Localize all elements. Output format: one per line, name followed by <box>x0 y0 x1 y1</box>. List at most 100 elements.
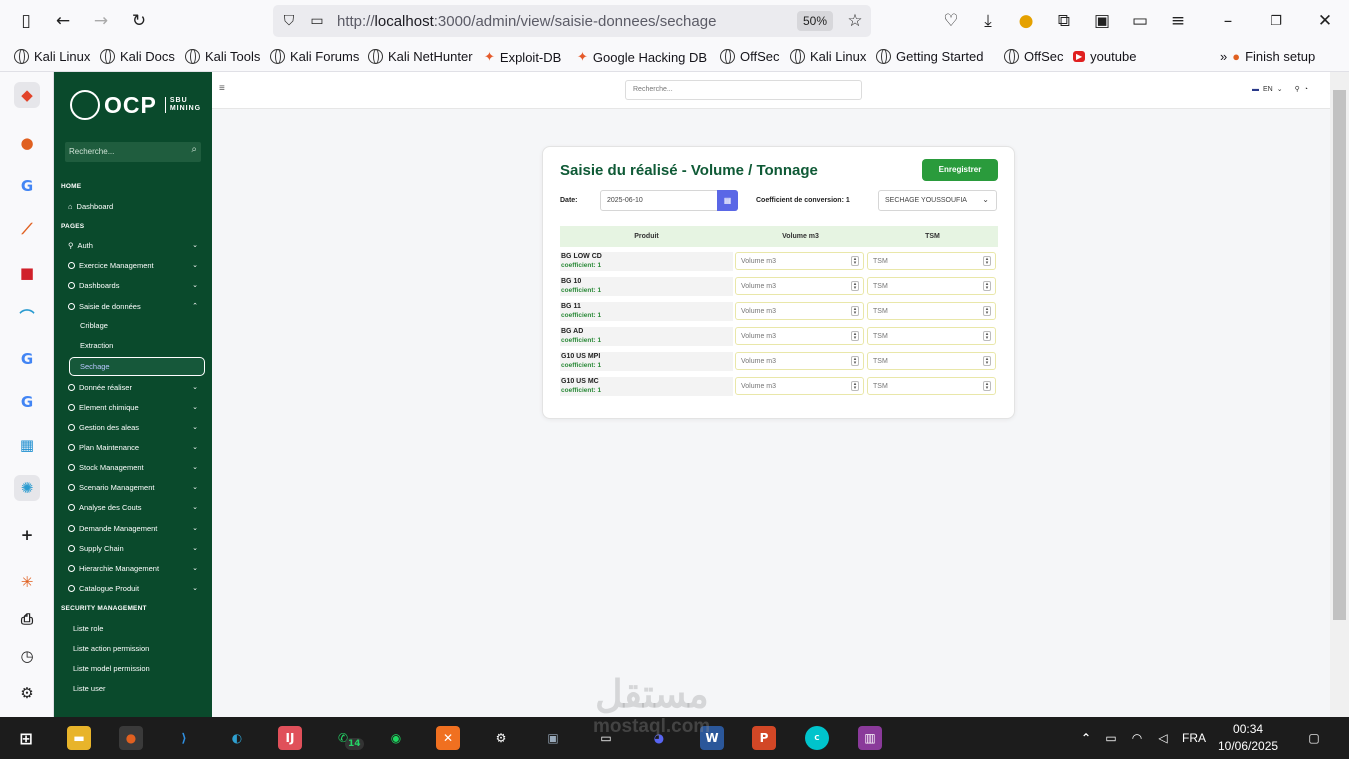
settings-icon[interactable]: ⚙ <box>489 726 513 750</box>
volume-input[interactable]: Volume m3 ▴ ▾ <box>735 377 864 395</box>
user-icon[interactable]: ⚲ <box>1295 85 1300 93</box>
volume-input[interactable]: Volume m3 ▴ ▾ <box>735 327 864 345</box>
language-selector[interactable]: ▬ EN ⌄ ⚲ ◔ <box>1252 85 1308 94</box>
app-icon[interactable]: ■ <box>14 260 40 286</box>
pocket-icon[interactable]: ♡ <box>939 9 963 33</box>
spinner-icon[interactable]: ▴ ▾ <box>851 381 859 391</box>
bookmark-item[interactable]: ✦ Exploit-DB <box>484 49 561 65</box>
battery-icon[interactable]: ▭ <box>1099 726 1123 750</box>
spinner-icon[interactable]: ▴ ▾ <box>851 331 859 341</box>
firefox-icon[interactable]: ● <box>119 726 143 750</box>
date-input[interactable]: 2025-06-10 ▦ <box>600 190 738 211</box>
bookmark-item[interactable]: Kali Docs <box>100 49 175 64</box>
spinner-icon[interactable]: ▴ ▾ <box>983 331 991 341</box>
sidebar-sub-sechage[interactable]: Sechage <box>69 357 205 376</box>
url-bar[interactable]: ⛉ ▭ http://localhost:3000/admin/view/sai… <box>273 5 871 37</box>
grid-app-icon[interactable]: ▦ <box>14 432 40 458</box>
scrollbar-thumb[interactable] <box>1333 90 1346 620</box>
google-icon[interactable]: G <box>14 346 40 372</box>
sidebar-item-liste-role[interactable]: Liste role <box>73 624 103 633</box>
sidebar-item-stock[interactable]: Stock Management ⌄ <box>68 460 198 474</box>
spinner-icon[interactable]: ▴ ▾ <box>851 356 859 366</box>
bell-icon[interactable]: ◔ <box>1304 86 1308 93</box>
volume-input[interactable]: Volume m3 ▴ ▾ <box>735 277 864 295</box>
sidebar-item-exercice[interactable]: Exercice Management ⌄ <box>68 258 198 272</box>
sidebar-item-catalogue[interactable]: Catalogue Produit ⌄ <box>68 581 198 595</box>
sidebar-item-couts[interactable]: Analyse des Couts ⌄ <box>68 500 198 514</box>
print-icon[interactable]: ⎙ <box>14 606 40 632</box>
canva-icon[interactable]: C <box>805 726 829 750</box>
tsm-input[interactable]: TSM ▴ ▾ <box>867 327 996 345</box>
volume-input[interactable]: Volume m3 ▴ ▾ <box>735 252 864 270</box>
menu-icon[interactable]: ≡ <box>1166 9 1190 33</box>
sidebar-item-supply[interactable]: Supply Chain ⌄ <box>68 541 198 555</box>
sidebar-item-element[interactable]: Element chimique ⌄ <box>68 400 198 414</box>
sidebar-item-auth[interactable]: ⚲ Auth ⌄ <box>68 238 198 252</box>
bird-icon[interactable]: ⌒ <box>14 303 40 329</box>
sidebar-item-action-permission[interactable]: Liste action permission <box>73 644 149 653</box>
powerpoint-icon[interactable]: P <box>752 726 776 750</box>
language-indicator[interactable]: FRA <box>1182 731 1206 745</box>
extensions-icon[interactable]: ⧉ <box>1052 9 1076 33</box>
spinner-icon[interactable]: ▴ ▾ <box>851 256 859 266</box>
bookmark-item[interactable]: ✦ Google Hacking DB <box>577 49 707 65</box>
volume-icon[interactable]: ◁ <box>1151 726 1175 750</box>
spinner-icon[interactable]: ▴ ▾ <box>983 281 991 291</box>
sidebar-icon[interactable]: ▭ <box>1128 9 1152 33</box>
sidebar-item-donnee[interactable]: Donnée réaliser ⌄ <box>68 380 198 394</box>
sidebar-item-model-permission[interactable]: Liste model permission <box>73 664 150 673</box>
bookmark-item[interactable]: OffSec <box>720 49 780 64</box>
history-icon[interactable]: ◷ <box>14 643 40 669</box>
file-explorer-icon[interactable]: ▬ <box>67 726 91 750</box>
spotify-icon[interactable]: ◉ <box>384 726 408 750</box>
sidebar-item-aleas[interactable]: Gestion des aleas ⌄ <box>68 420 198 434</box>
sidebar-item-scenario[interactable]: Scenario Management ⌄ <box>68 480 198 494</box>
minimize-icon[interactable]: – <box>1216 9 1240 33</box>
bookmark-item[interactable]: Kali NetHunter <box>368 49 473 64</box>
extension-icon[interactable]: ● <box>1014 9 1038 33</box>
sidebar-item-saisie[interactable]: Saisie de données ⌃ <box>68 299 198 313</box>
container-icon[interactable]: ▣ <box>1090 9 1114 33</box>
gitlab-icon[interactable]: ◆ <box>14 82 40 108</box>
spark-icon[interactable]: ✳ <box>14 569 40 595</box>
spinner-icon[interactable]: ▴ ▾ <box>983 381 991 391</box>
sidebar-item-demande[interactable]: Demande Management ⌄ <box>68 521 198 535</box>
notification-icon[interactable]: ▢ <box>1302 726 1326 750</box>
top-search-input[interactable]: Recherche... <box>625 80 862 100</box>
tsm-input[interactable]: TSM ▴ ▾ <box>867 352 996 370</box>
sidebar-item-dashboards[interactable]: Dashboards ⌄ <box>68 278 198 292</box>
volume-input[interactable]: Volume m3 ▴ ▾ <box>735 302 864 320</box>
kali-icon[interactable]: ⟋ <box>14 216 40 242</box>
bookmark-item[interactable]: Getting Started <box>876 49 983 64</box>
bookmark-item[interactable]: ▶ youtube <box>1073 49 1136 64</box>
bookmark-item[interactable]: Kali Linux <box>790 49 866 64</box>
firefox-icon[interactable]: ● <box>14 130 40 156</box>
bookmark-item[interactable]: Kali Tools <box>185 49 260 64</box>
shield-icon[interactable]: ⛉ <box>277 9 301 33</box>
url-text[interactable]: http://localhost:3000/admin/view/saisie-… <box>337 13 716 30</box>
bookmark-item[interactable]: OffSec <box>1004 49 1064 64</box>
google-icon[interactable]: G <box>14 173 40 199</box>
restore-icon[interactable]: ❐ <box>1264 9 1288 33</box>
hamburger-icon[interactable]: ≡ <box>219 83 225 94</box>
back-icon[interactable]: ← <box>51 9 75 33</box>
star-icon[interactable]: ☆ <box>843 9 867 33</box>
xampp-icon[interactable]: ✕ <box>436 726 460 750</box>
ocp-logo[interactable]: OCP SBU MINING <box>70 90 201 120</box>
bookmark-item[interactable]: Kali Linux <box>14 49 90 64</box>
volume-input[interactable]: Volume m3 ▴ ▾ <box>735 352 864 370</box>
tsm-input[interactable]: TSM ▴ ▾ <box>867 377 996 395</box>
sidebar-toggle-icon[interactable]: ▯ <box>14 9 38 33</box>
calendar-icon[interactable]: ▦ <box>717 190 738 211</box>
reload-icon[interactable]: ↻ <box>127 9 151 33</box>
spinner-icon[interactable]: ▴ ▾ <box>851 306 859 316</box>
download-icon[interactable]: ⤓ <box>976 9 1000 33</box>
zoom-level[interactable]: 50% <box>797 11 833 31</box>
sidebar-item-dashboard[interactable]: ⌂ Dashboard <box>68 199 198 213</box>
spinner-icon[interactable]: ▴ ▾ <box>983 306 991 316</box>
jetbrains-icon[interactable]: IJ <box>278 726 302 750</box>
site-select[interactable]: SECHAGE YOUSSOUFIA ⌄ <box>878 190 997 211</box>
tsm-input[interactable]: TSM ▴ ▾ <box>867 277 996 295</box>
bookmark-item[interactable]: » ● Finish setup <box>1220 49 1315 64</box>
sidebar-item-hierarchie[interactable]: Hierarchie Management ⌄ <box>68 561 198 575</box>
